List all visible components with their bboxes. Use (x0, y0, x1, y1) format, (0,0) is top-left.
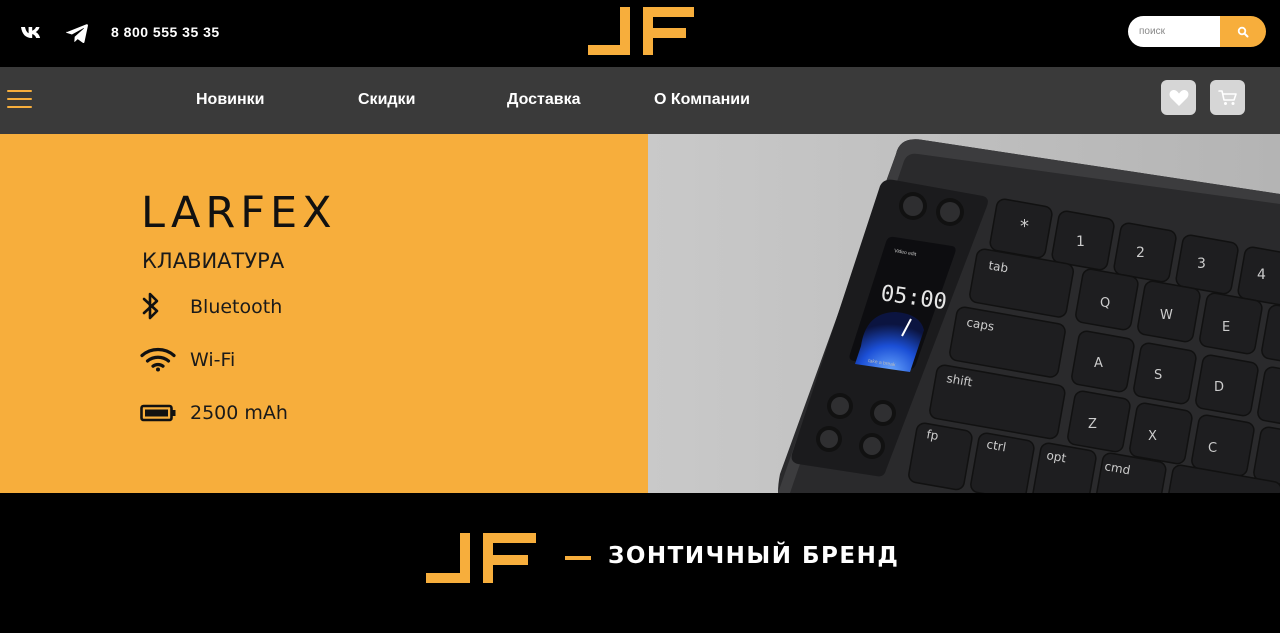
search-button[interactable] (1220, 16, 1266, 47)
key-3: 3 (1197, 256, 1206, 272)
product-image: Video edit 05:00 take a break * 1 2 3 4 (648, 134, 1280, 493)
key-a: A (1094, 356, 1103, 371)
battery-icon (140, 403, 176, 423)
cart-button[interactable] (1210, 80, 1245, 115)
key-s: S (1154, 368, 1162, 383)
key-fp: fp (925, 427, 939, 443)
feature-wifi: Wi-Fi (190, 349, 236, 371)
brand-tagline: ЗОНТИЧНЫЙ БРЕНД (608, 543, 900, 569)
key-q: Q (1100, 296, 1110, 311)
feature-battery: 2500 mAh (190, 402, 288, 424)
key-x: X (1148, 429, 1157, 444)
search-icon (1237, 26, 1249, 37)
brand-logo-large (426, 533, 536, 583)
phone-number[interactable]: 8 800 555 35 35 (111, 24, 220, 40)
nav-item-discounts[interactable]: Скидки (358, 91, 415, 109)
nav-bar (0, 67, 1280, 134)
key-2: 2 (1136, 245, 1145, 261)
key-4: 4 (1257, 267, 1266, 283)
separator-dash (565, 556, 591, 560)
key-c: C (1208, 441, 1217, 456)
vk-icon[interactable] (18, 22, 46, 44)
key-1: 1 (1076, 234, 1085, 250)
heart-icon (1169, 89, 1188, 106)
bluetooth-icon (140, 290, 162, 322)
favorites-button[interactable] (1161, 80, 1196, 115)
brand-logo[interactable] (588, 7, 694, 57)
menu-icon[interactable] (7, 90, 32, 108)
nav-item-new[interactable]: Новинки (196, 91, 265, 109)
svg-text:*: * (1020, 216, 1029, 237)
search-box (1128, 16, 1266, 47)
telegram-icon[interactable] (63, 22, 91, 44)
nav-item-about[interactable]: О Компании (654, 91, 750, 109)
key-z: Z (1088, 417, 1097, 432)
key-d: D (1214, 380, 1224, 395)
product-category: КЛАВИАТУРА (142, 249, 285, 273)
wifi-icon (140, 346, 176, 372)
product-brand: LARFEX (141, 188, 337, 238)
feature-bluetooth: Bluetooth (190, 296, 283, 318)
cart-icon (1217, 89, 1237, 105)
nav-item-delivery[interactable]: Доставка (507, 91, 581, 109)
search-input[interactable] (1128, 16, 1220, 47)
key-e: E (1222, 320, 1230, 335)
key-w: W (1160, 308, 1173, 323)
